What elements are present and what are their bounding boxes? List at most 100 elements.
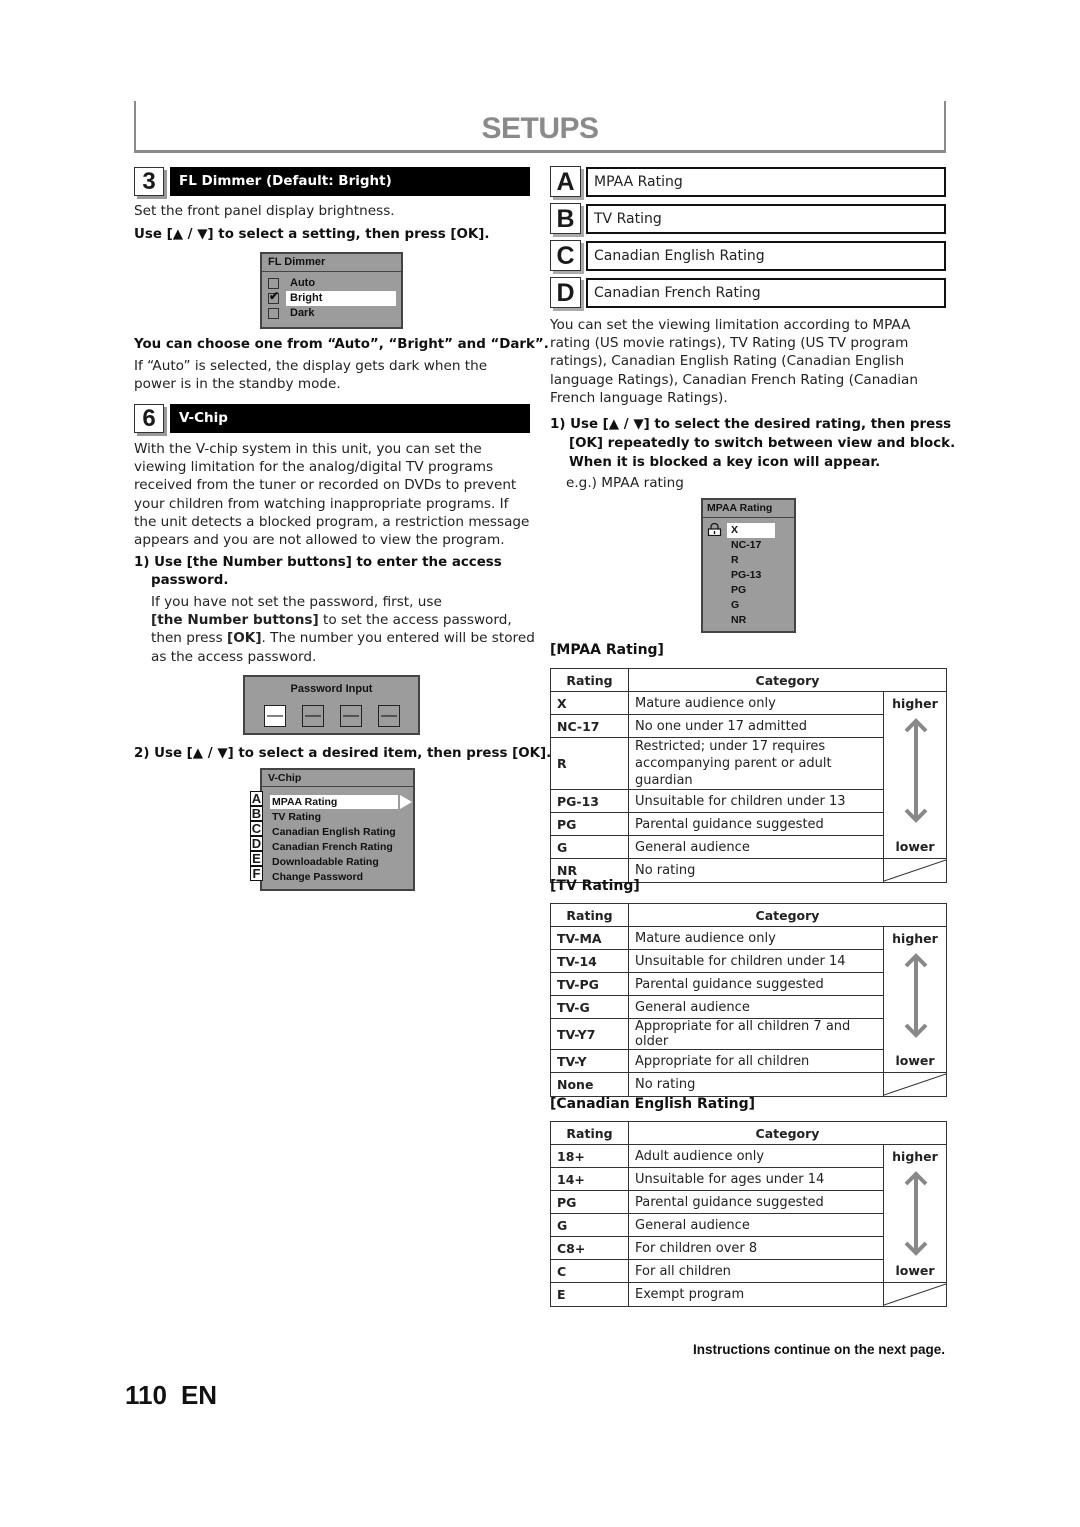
letter-badge: F (250, 866, 263, 881)
example-label: e.g.) MPAA rating (566, 475, 684, 491)
rating-cell: NC-17 (550, 714, 629, 738)
category-cell: General audience (628, 1213, 884, 1237)
osd-title: MPAA Rating (703, 500, 794, 518)
rating-option[interactable]: PG (731, 583, 761, 598)
checkmark-icon: ✔ (268, 289, 280, 304)
rating-option[interactable]: R (731, 553, 761, 568)
lower-label: lower (883, 835, 947, 859)
text-line: then press (151, 630, 228, 647)
rating-description: You can set the viewing limitation accor… (550, 316, 946, 407)
fl-dimmer-instruction: Use [▲ / ▼] to select a setting, then pr… (134, 227, 490, 242)
section-number-6: 6 (134, 404, 164, 433)
up-down-arrow-icon (904, 953, 928, 1038)
checkbox-icon (268, 308, 279, 319)
password-slot[interactable]: — (302, 705, 324, 727)
category-cell: Parental guidance suggested (628, 1190, 884, 1214)
rating-option[interactable]: X (731, 523, 761, 538)
table-row: 14+ Unsuitable for ages under 14 (550, 1167, 947, 1260)
text-line: as the access password. (151, 648, 317, 665)
category-cell: Mature audience only (628, 691, 884, 715)
rating-option[interactable]: PG-13 (731, 568, 761, 583)
letter-badge: C (250, 821, 263, 836)
section-heading-vchip: V-Chip (170, 404, 530, 433)
menu-item-change-password[interactable]: Change Password (272, 870, 396, 885)
canadian-english-table-title: [Canadian English Rating] (550, 1096, 756, 1112)
osd-option-dark[interactable]: Dark (262, 306, 401, 321)
osd-option-auto[interactable]: Auto (262, 276, 401, 291)
password-slot[interactable]: — (340, 705, 362, 727)
password-input-osd: Password Input — — — — (243, 675, 420, 735)
fl-dimmer-intro: Set the front panel display brightness. (134, 203, 395, 219)
rating-cell: TV-PG (550, 972, 629, 996)
text-line: . The number you entered will be stored (261, 630, 535, 647)
column-header-category: Category (628, 668, 947, 692)
rating-option[interactable]: G (731, 598, 761, 613)
column-header-rating: Rating (550, 668, 629, 692)
category-cell: No one under 17 admitted (628, 714, 884, 738)
text-line: ratings), Canadian English Rating (Canad… (550, 353, 905, 370)
arrow-right-icon (400, 795, 412, 809)
fl-dimmer-osd: FL Dimmer Auto ✔ Bright Dark (260, 252, 403, 329)
tv-table-title: [TV Rating] (550, 878, 640, 894)
category-cell: Restricted; under 17 requires accompanyin… (628, 737, 884, 790)
rating-cell: PG (550, 1190, 629, 1214)
diagonal-cell (883, 1282, 947, 1307)
diagonal-cell (883, 858, 947, 883)
column-header-rating: Rating (550, 1121, 629, 1145)
category-text: Restricted; under 17 requires (635, 739, 826, 754)
category-cell: Parental guidance suggested (628, 972, 884, 996)
table-row: NC-17 No one under 17 admitted (550, 714, 947, 836)
table-row: None No rating (550, 1072, 947, 1097)
lower-label: lower (883, 1259, 947, 1283)
label-box-canadian-english: Canadian English Rating (586, 241, 946, 271)
rating-option[interactable]: NC-17 (731, 538, 761, 553)
letter-badge: E (250, 851, 263, 866)
rating-cell: 14+ (550, 1167, 629, 1191)
column-header-rating: Rating (550, 903, 629, 927)
text-line: received from the tuner or recorded on D… (134, 477, 517, 494)
table-row: G General audience lower (550, 835, 947, 859)
rating-cell: PG-13 (550, 789, 629, 813)
higher-label: higher (883, 926, 947, 950)
letter-badge: A (250, 791, 263, 806)
text-line: rating (US movie ratings), TV Rating (US… (550, 335, 909, 352)
text-line: language Ratings), Canadian French Ratin… (550, 371, 918, 388)
table-row: TV-Y Appropriate for all children lower (550, 1049, 947, 1073)
table-row: C For all children lower (550, 1259, 947, 1283)
table-header-row: Rating Category (550, 1121, 947, 1145)
menu-item-canadian-french[interactable]: Canadian French Rating (272, 840, 396, 855)
label-box-canadian-french: Canadian French Rating (586, 278, 946, 308)
osd-title: FL Dimmer (262, 254, 401, 272)
rating-cell: X (550, 691, 629, 715)
menu-item-downloadable[interactable]: Downloadable Rating (272, 855, 396, 870)
category-cell: Unsuitable for children under 14 (628, 949, 884, 973)
rating-option[interactable]: NR (731, 613, 761, 628)
category-text: accompanying parent or adult guardian (635, 756, 832, 788)
text-line: With the V-chip system in this unit, you… (134, 441, 482, 457)
menu-item-tv[interactable]: TV Rating (272, 810, 396, 825)
option-label: Auto (290, 277, 316, 289)
letter-box-a: A (550, 166, 581, 197)
table-header-row: Rating Category (550, 668, 947, 692)
rating-cell: G (550, 835, 629, 859)
password-slot[interactable]: — (378, 705, 400, 727)
rating-cell: None (550, 1072, 629, 1097)
category-cell: No rating (628, 1072, 884, 1097)
table-row: X Mature audience only higher (550, 691, 947, 715)
letter-box-b: B (550, 203, 581, 234)
menu-item-mpaa[interactable]: MPAA Rating (272, 795, 396, 810)
category-cell: Appropriate for all children 7 and older (628, 1018, 884, 1050)
rating-cell: PG (550, 812, 629, 836)
table-row: E Exempt program (550, 1282, 947, 1307)
letter-badge: D (250, 836, 263, 851)
osd-option-bright[interactable]: ✔ Bright (262, 289, 401, 306)
category-cell: Parental guidance suggested (628, 812, 884, 836)
vchip-step1-body: If you have not set the password, first,… (151, 593, 536, 666)
category-cell: Mature audience only (628, 926, 884, 950)
text-line: If you have not set the password, first,… (151, 594, 442, 610)
fl-dimmer-choose: You can choose one from “Auto”, “Bright”… (134, 337, 549, 352)
category-cell: Adult audience only (628, 1144, 884, 1168)
menu-item-canadian-english[interactable]: Canadian English Rating (272, 825, 396, 840)
password-slot[interactable]: — (264, 705, 286, 727)
rating-cell: TV-Y (550, 1049, 629, 1073)
